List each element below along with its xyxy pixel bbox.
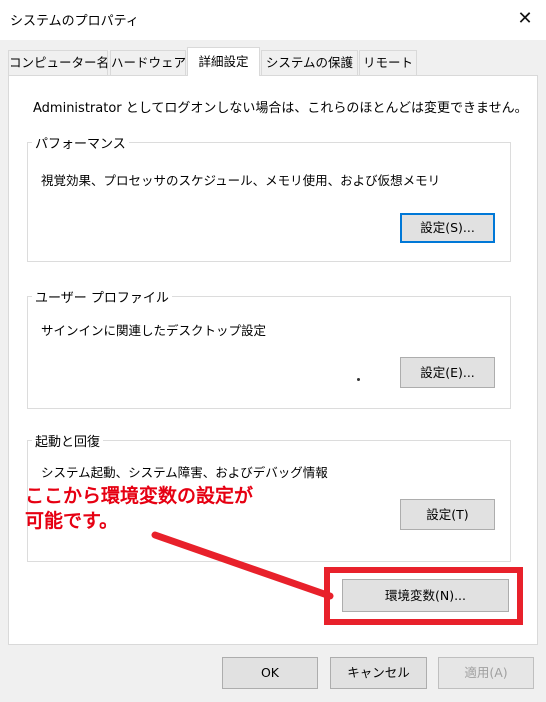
annotation-text: ここから環境変数の設定が 可能です。	[25, 484, 253, 534]
startup-recovery-legend: 起動と回復	[32, 431, 104, 450]
apply-label: 適用(A)	[464, 665, 508, 680]
performance-description: 視覚効果、プロセッサのスケジュール、メモリ使用、および仮想メモリ	[41, 173, 441, 188]
tab-computer-name[interactable]: コンピューター名	[8, 50, 109, 75]
performance-settings-label: 設定(S)...	[420, 220, 475, 235]
startup-recovery-settings-label: 設定(T)	[426, 507, 469, 522]
stray-dot	[357, 378, 360, 381]
cancel-label: キャンセル	[347, 665, 410, 680]
user-profiles-legend: ユーザー プロファイル	[32, 287, 172, 306]
cancel-button[interactable]: キャンセル	[330, 657, 427, 689]
ok-button[interactable]: OK	[222, 657, 318, 689]
admin-note: Administrator としてログオンしない場合は、これらのほとんどは変更で…	[33, 101, 528, 116]
tab-remote[interactable]: リモート	[359, 50, 417, 75]
tab-system-protection[interactable]: システムの保護	[261, 50, 358, 75]
annotation-line-1: ここから環境変数の設定が	[25, 485, 254, 507]
performance-settings-button[interactable]: 設定(S)...	[400, 213, 495, 243]
performance-group	[27, 142, 511, 262]
startup-recovery-description: システム起動、システム障害、およびデバッグ情報	[41, 465, 328, 480]
close-icon[interactable]: ✕	[512, 6, 538, 32]
highlight-box	[324, 567, 523, 625]
user-profiles-description: サインインに関連したデスクトップ設定	[41, 323, 267, 338]
annotation-line-2: 可能です。	[25, 510, 119, 532]
tab-hardware[interactable]: ハードウェア	[110, 50, 186, 75]
apply-button[interactable]: 適用(A)	[438, 657, 534, 689]
performance-legend: パフォーマンス	[32, 133, 129, 152]
ok-label: OK	[260, 665, 280, 680]
tab-advanced[interactable]: 詳細設定	[187, 47, 260, 76]
user-profiles-settings-button[interactable]: 設定(E)...	[400, 357, 495, 388]
user-profiles-settings-label: 設定(E)...	[420, 365, 475, 380]
startup-recovery-settings-button[interactable]: 設定(T)	[400, 499, 495, 530]
window-title: システムのプロパティ	[10, 14, 139, 29]
user-profiles-group	[27, 296, 511, 409]
